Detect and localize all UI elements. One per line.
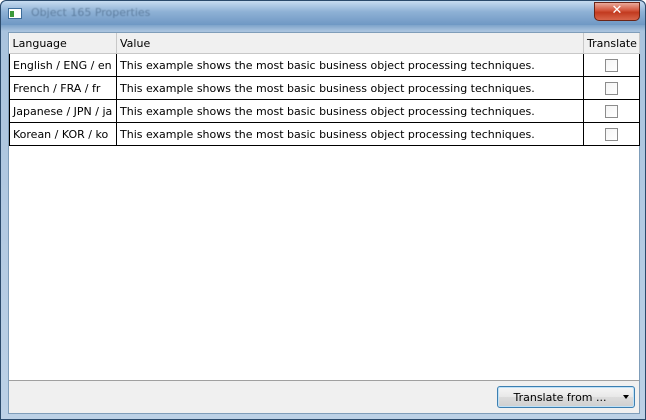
column-header-translate[interactable]: Translate bbox=[583, 33, 640, 54]
column-header-language[interactable]: Language bbox=[9, 33, 117, 54]
properties-window: Object 165 Properties ✕ Language Value T… bbox=[0, 0, 646, 420]
value-cell[interactable]: This example shows the most basic busine… bbox=[116, 99, 584, 123]
table-row[interactable]: Japanese / JPN / ja This example shows t… bbox=[9, 99, 640, 123]
table-row[interactable]: English / ENG / en This example shows th… bbox=[9, 53, 640, 77]
translate-cell bbox=[583, 122, 640, 146]
language-cell[interactable]: English / ENG / en bbox=[9, 53, 117, 77]
close-button[interactable]: ✕ bbox=[594, 2, 640, 21]
dropdown-arrow-icon[interactable] bbox=[623, 395, 629, 399]
translate-checkbox[interactable] bbox=[605, 58, 618, 72]
language-cell[interactable]: Korean / KOR / ko bbox=[9, 122, 117, 146]
translate-from-button[interactable]: Translate from ... bbox=[497, 386, 635, 408]
translate-checkbox[interactable] bbox=[605, 104, 618, 118]
title-bar[interactable]: Object 165 Properties ✕ bbox=[1, 1, 645, 25]
translate-cell bbox=[583, 53, 640, 77]
window-title: Object 165 Properties bbox=[31, 6, 151, 19]
translation-table: Language Value Translate English / ENG /… bbox=[9, 33, 640, 146]
table-row[interactable]: French / FRA / fr This example shows the… bbox=[9, 76, 640, 100]
translate-cell bbox=[583, 76, 640, 100]
translate-checkbox[interactable] bbox=[605, 81, 618, 95]
translation-grid: Language Value Translate English / ENG /… bbox=[9, 33, 640, 381]
value-cell[interactable]: This example shows the most basic busine… bbox=[116, 122, 584, 146]
translate-button-label: Translate from ... bbox=[513, 391, 607, 404]
header-row: Language Value Translate bbox=[9, 33, 640, 54]
translate-cell bbox=[583, 99, 640, 123]
value-cell[interactable]: This example shows the most basic busine… bbox=[116, 53, 584, 77]
value-cell[interactable]: This example shows the most basic busine… bbox=[116, 76, 584, 100]
button-bar: Translate from ... bbox=[9, 381, 639, 413]
column-header-value[interactable]: Value bbox=[116, 33, 584, 54]
app-icon bbox=[8, 8, 22, 19]
language-cell[interactable]: Japanese / JPN / ja bbox=[9, 99, 117, 123]
table-row[interactable]: Korean / KOR / ko This example shows the… bbox=[9, 122, 640, 146]
language-cell[interactable]: French / FRA / fr bbox=[9, 76, 117, 100]
translate-checkbox[interactable] bbox=[605, 127, 618, 141]
close-icon: ✕ bbox=[611, 3, 623, 18]
dialog-client-area: Language Value Translate English / ENG /… bbox=[8, 32, 640, 414]
